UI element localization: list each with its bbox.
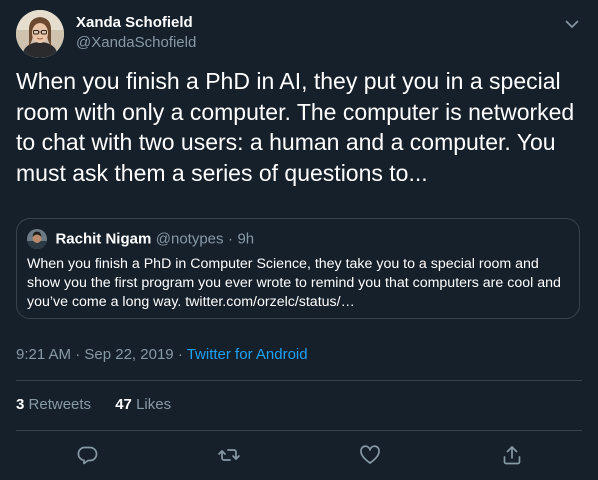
likes-label: Likes bbox=[136, 396, 172, 413]
author-names[interactable]: Xanda Schofield @XandaSchofield bbox=[76, 13, 196, 53]
retweets-stat[interactable]: 3 Retweets bbox=[16, 396, 95, 413]
tweet-meta: 9:21 AM · Sep 22, 2019 · Twitter for And… bbox=[16, 346, 308, 363]
heart-icon[interactable] bbox=[358, 443, 382, 467]
tweet-actions bbox=[0, 440, 598, 470]
quoted-separator: · bbox=[227, 230, 233, 248]
retweet-icon[interactable] bbox=[217, 443, 241, 467]
tweet-date[interactable]: Sep 22, 2019 bbox=[84, 346, 173, 363]
retweets-count: 3 bbox=[16, 396, 25, 413]
quoted-tweet[interactable]: Rachit Nigam @notypes · 9h When you fini… bbox=[16, 218, 580, 319]
retweets-label: Retweets bbox=[28, 396, 92, 413]
tweet-header: Xanda Schofield @XandaSchofield bbox=[16, 8, 582, 60]
author-display-name[interactable]: Xanda Schofield bbox=[76, 13, 196, 33]
meta-separator: · bbox=[177, 346, 183, 363]
quoted-author-avatar bbox=[27, 229, 47, 249]
tweet-text: When you finish a PhD in AI, they put yo… bbox=[16, 68, 575, 186]
likes-stat[interactable]: 47 Likes bbox=[115, 396, 171, 413]
chevron-down-icon[interactable] bbox=[562, 14, 582, 34]
tweet-time[interactable]: 9:21 AM bbox=[16, 346, 71, 363]
quoted-author-handle: @notypes bbox=[155, 230, 224, 248]
quoted-tweet-text: When you finish a PhD in Computer Scienc… bbox=[27, 256, 561, 310]
divider bbox=[16, 380, 582, 381]
share-icon[interactable] bbox=[500, 443, 524, 467]
quoted-author-name: Rachit Nigam bbox=[55, 230, 152, 248]
tweet: Xanda Schofield @XandaSchofield When you… bbox=[0, 0, 598, 480]
author-avatar[interactable] bbox=[16, 10, 64, 58]
reply-icon[interactable] bbox=[75, 443, 99, 467]
likes-count: 47 bbox=[115, 396, 132, 413]
tweet-source-link[interactable]: Twitter for Android bbox=[187, 346, 308, 363]
tweet-stats: 3 Retweets 47 Likes bbox=[16, 396, 191, 413]
quoted-tweet-header: Rachit Nigam @notypes · 9h bbox=[27, 229, 254, 249]
author-handle[interactable]: @XandaSchofield bbox=[76, 33, 196, 53]
quoted-time: 9h bbox=[237, 230, 255, 248]
meta-separator: · bbox=[75, 346, 81, 363]
divider bbox=[16, 430, 582, 431]
